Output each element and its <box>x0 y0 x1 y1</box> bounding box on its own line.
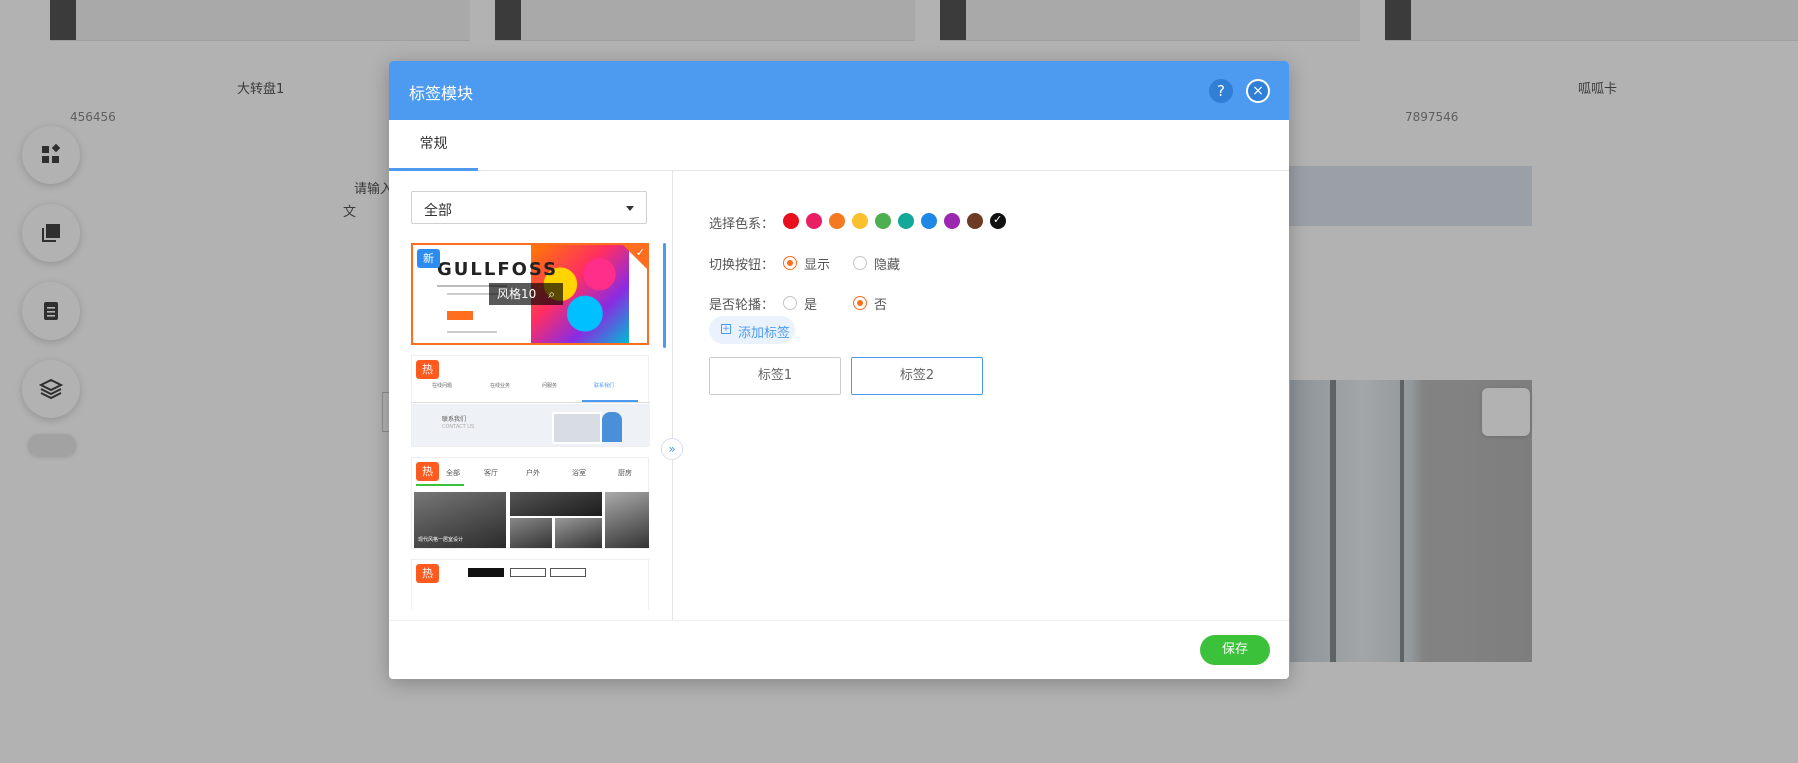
person-image <box>602 412 622 442</box>
nav-item: 在线业务 <box>490 383 511 389</box>
radio-carousel-yes[interactable] <box>783 296 797 310</box>
nav-item: 全部 <box>446 469 460 477</box>
preview-subheading: CONTACT US <box>442 424 475 430</box>
color-label: 选择色系： <box>709 217 775 232</box>
nav-item: 问服务 <box>542 383 558 389</box>
close-button[interactable]: × <box>1246 79 1270 103</box>
preview-button[interactable]: 风格10 ⌕ <box>489 283 564 305</box>
color-swatch[interactable] <box>806 213 822 229</box>
preview-heading: 联系我们 <box>442 416 467 423</box>
color-swatch[interactable] <box>990 213 1006 229</box>
scrollbar[interactable] <box>663 243 666 348</box>
help-button[interactable]: ? <box>1209 79 1233 103</box>
tag-item[interactable]: 标签1 <box>709 357 841 395</box>
selected-check-icon: ✓ <box>623 245 647 269</box>
preview-label: 风格10 <box>497 287 537 301</box>
tab-general[interactable]: 常规 <box>389 120 478 171</box>
preview-button-outline <box>550 568 586 577</box>
radio-carousel-yes-label: 是 <box>804 298 818 313</box>
preview-button-dark <box>468 568 504 577</box>
nav-underline <box>582 400 638 402</box>
category-select-value: 全部 <box>424 203 452 219</box>
search-icon: ⌕ <box>548 287 556 301</box>
category-select[interactable]: 全部 <box>411 191 647 224</box>
room-image <box>510 518 552 548</box>
plus-icon: + <box>721 324 731 334</box>
color-swatch[interactable] <box>783 213 799 229</box>
text-line <box>447 331 497 333</box>
color-swatch[interactable] <box>898 213 914 229</box>
help-icon: ? <box>1217 82 1225 100</box>
style-card[interactable]: GULLFOSS 新 ✓ 风格10 ⌕ <box>411 243 649 345</box>
style-logo-text: GULLFOSS <box>437 259 559 280</box>
hot-badge: 热 <box>416 360 439 379</box>
radio-show[interactable] <box>783 256 797 270</box>
radio-hide[interactable] <box>853 256 867 270</box>
style-card[interactable]: 全部 客厅 户外 浴室 厨房 现代风格一居室设计 热 <box>411 457 649 549</box>
room-image <box>555 518 602 548</box>
nav-item: 厨房 <box>618 469 632 477</box>
dialog-title: 标签模块 <box>409 84 474 103</box>
color-swatch[interactable] <box>921 213 937 229</box>
save-button[interactable]: 保存 <box>1200 635 1270 665</box>
new-badge: 新 <box>417 249 440 268</box>
settings-panel: 选择色系： 切换按钮： 显示 隐藏 是否轮播： 是 否 + 添加标签 标签1 标… <box>672 171 1289 620</box>
room-image: 现代风格一居室设计 <box>414 492 506 548</box>
contact-preview: 联系我们 CONTACT US <box>412 404 650 446</box>
nav-preview: 在线问题 在线业务 问服务 联系我们 <box>412 356 650 403</box>
radio-show-label: 显示 <box>804 258 831 273</box>
radio-carousel-no-label: 否 <box>874 298 888 313</box>
image-caption: 现代风格一居室设计 <box>418 537 464 543</box>
monitor-image <box>552 412 602 444</box>
color-swatch[interactable] <box>967 213 983 229</box>
tag-item[interactable]: 标签2 <box>851 357 983 395</box>
style-card[interactable]: 在线问题 在线业务 问服务 联系我们 联系我们 CONTACT US 热 <box>411 355 650 447</box>
color-swatch[interactable] <box>829 213 845 229</box>
room-image <box>605 492 649 548</box>
color-swatch[interactable] <box>852 213 868 229</box>
hot-badge: 热 <box>416 564 439 583</box>
nav-item: 客厅 <box>484 469 498 477</box>
nav-item: 联系我们 <box>594 383 615 389</box>
style-list[interactable]: GULLFOSS 新 ✓ 风格10 ⌕ 在线问题 在线业务 问服务 联系我们 联… <box>411 243 651 610</box>
tag-module-dialog: 标签模块 ? × 常规 全部 GULLFOSS 新 ✓ 风格10 ⌕ 在线问题 … <box>389 61 1289 679</box>
nav-item: 户外 <box>526 469 540 477</box>
close-icon: × <box>1248 81 1268 101</box>
nav-item: 浴室 <box>572 469 586 477</box>
hot-badge: 热 <box>416 462 439 481</box>
switch-label: 切换按钮： <box>709 258 775 273</box>
dialog-tabs: 常规 <box>389 120 1289 171</box>
preview-button-outline <box>510 568 546 577</box>
style-panel: 全部 GULLFOSS 新 ✓ 风格10 ⌕ 在线问题 在线业务 问服务 联系我… <box>389 171 673 620</box>
add-tag-label: 添加标签 <box>738 326 791 341</box>
caret-down-icon <box>626 206 634 211</box>
carousel-label: 是否轮播： <box>709 298 775 313</box>
room-image <box>510 492 602 516</box>
add-tag-button[interactable]: + 添加标签 <box>709 316 795 344</box>
style-thumbnail-button <box>447 311 473 320</box>
radio-carousel-no[interactable] <box>853 296 867 310</box>
dialog-footer: 保存 <box>389 620 1289 679</box>
style-card[interactable]: 热 <box>411 559 649 610</box>
nav-item: 在线问题 <box>432 383 453 389</box>
nav-underline <box>416 484 464 486</box>
dialog-header: 标签模块 ? × <box>389 61 1289 120</box>
radio-hide-label: 隐藏 <box>874 258 901 273</box>
color-swatch[interactable] <box>875 213 891 229</box>
color-swatch[interactable] <box>944 213 960 229</box>
